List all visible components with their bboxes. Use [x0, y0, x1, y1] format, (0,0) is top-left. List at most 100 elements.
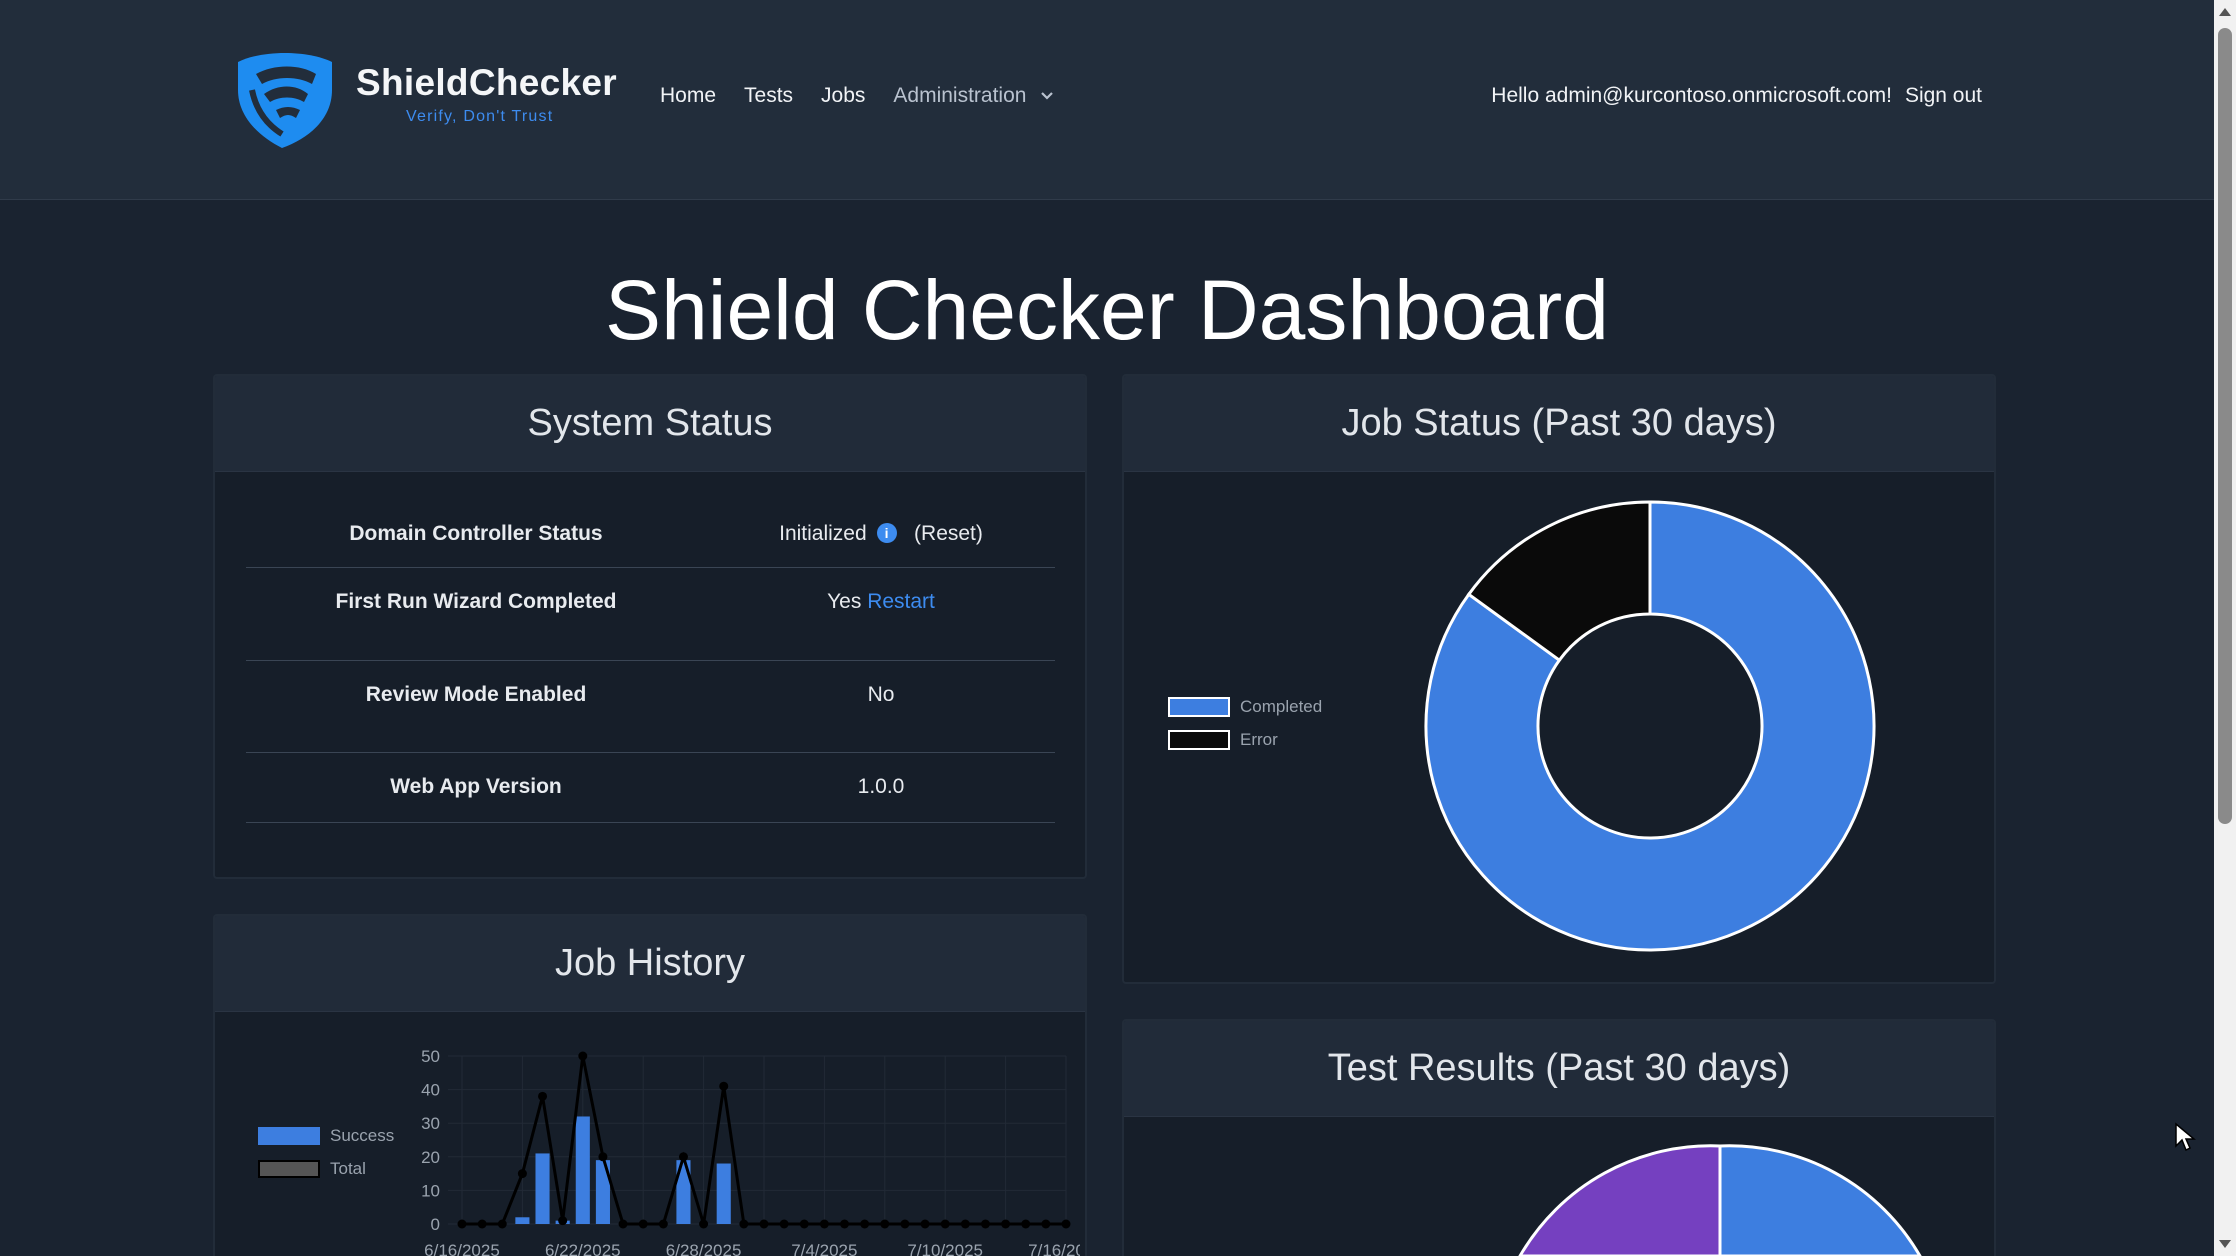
bar-success [535, 1153, 550, 1224]
web-app-version-value: 1.0.0 [857, 775, 905, 798]
legend-label: Success [330, 1126, 395, 1145]
point-total [719, 1081, 729, 1091]
user-greeting: Hello admin@kurcontoso.onmicrosoft.com! [1491, 84, 1892, 107]
point-total [900, 1219, 910, 1229]
point-total [819, 1219, 829, 1229]
point-total [497, 1219, 507, 1229]
point-total [538, 1091, 548, 1101]
point-total [578, 1051, 588, 1061]
legend-completed[interactable]: Completed [1168, 697, 1322, 717]
sign-out-link[interactable]: Sign out [1905, 84, 1982, 108]
restart-link[interactable]: Restart [867, 590, 935, 613]
point-total [658, 1219, 668, 1229]
legend-label: Completed [1240, 697, 1323, 716]
point-total [980, 1219, 990, 1229]
nav-tests[interactable]: Tests [744, 84, 793, 108]
x-tick-label: 7/10/2025 [907, 1241, 983, 1256]
status-row-domain-controller: Domain Controller Status Initialized i (… [246, 500, 1055, 568]
legend-total[interactable]: Total [258, 1159, 366, 1179]
navbar: ShieldChecker Verify, Don't Trust Home T… [0, 0, 2214, 200]
point-total [840, 1219, 850, 1229]
scroll-down-arrow-icon[interactable] [2219, 1240, 2231, 1248]
status-label: First Run Wizard Completed [335, 590, 617, 613]
first-run-value: Yes [827, 590, 862, 613]
status-value: Initialized i (Reset) [706, 522, 1056, 546]
point-total [1021, 1219, 1031, 1229]
nav-administration-label: Administration [893, 84, 1027, 107]
pie-slice [1718, 1144, 1922, 1256]
scroll-thumb[interactable] [2218, 28, 2232, 824]
point-total [598, 1152, 608, 1162]
nav-jobs[interactable]: Jobs [821, 84, 865, 108]
pie-slice [1518, 1144, 1722, 1256]
brand[interactable]: ShieldChecker Verify, Don't Trust [232, 50, 617, 150]
legend-swatch-success [258, 1127, 320, 1145]
point-total [920, 1219, 930, 1229]
job-status-title: Job Status (Past 30 days) [1124, 376, 1994, 472]
y-tick-label: 0 [431, 1215, 440, 1234]
legend-error[interactable]: Error [1168, 730, 1278, 750]
bar-success [515, 1217, 530, 1224]
y-tick-label: 10 [421, 1181, 440, 1200]
info-icon[interactable]: i [876, 523, 897, 543]
system-status-title: System Status [215, 376, 1085, 472]
point-total [699, 1219, 709, 1229]
test-results-pie-chart [1518, 1144, 1922, 1256]
x-tick-label: 7/16/2025 [1028, 1241, 1080, 1256]
status-row-first-run: First Run Wizard Completed Yes Restart [246, 568, 1055, 661]
x-tick-label: 6/16/2025 [424, 1241, 500, 1256]
page-title: Shield Checker Dashboard [605, 263, 1609, 357]
point-total [678, 1152, 688, 1162]
legend-label: Total [330, 1159, 366, 1178]
test-results-title: Test Results (Past 30 days) [1124, 1021, 1994, 1117]
point-total [457, 1219, 467, 1229]
nav-administration-dropdown[interactable]: Administration [893, 84, 1054, 108]
point-total [1061, 1219, 1071, 1229]
y-tick-label: 20 [421, 1148, 440, 1167]
job-status-donut-chart [1424, 500, 1876, 952]
point-total [618, 1219, 628, 1229]
point-total [940, 1219, 950, 1229]
point-total [739, 1219, 749, 1229]
job-history-chart: 0 10 20 30 40 50 6/16/2025 6/22/2025 6/28/2025 7/… [421, 1047, 1080, 1256]
mouse-cursor-icon [2175, 1122, 2196, 1152]
domain-controller-value: Initialized [779, 522, 867, 545]
x-tick-label: 6/22/2025 [545, 1241, 621, 1256]
review-mode-value: No [867, 683, 895, 706]
x-tick-label: 6/28/2025 [666, 1241, 742, 1256]
point-total [880, 1219, 890, 1229]
brand-name: ShieldChecker [356, 62, 617, 103]
nav-links: Home Tests Jobs Administration [660, 84, 1082, 108]
point-total [799, 1219, 809, 1229]
brand-tagline: Verify, Don't Trust [406, 108, 554, 125]
vertical-scrollbar[interactable] [2214, 0, 2236, 1256]
status-row-web-app-version: Web App Version 1.0.0 [246, 753, 1055, 823]
nav-home[interactable]: Home [660, 84, 716, 108]
bar-success [716, 1163, 731, 1224]
point-total [860, 1219, 870, 1229]
point-total [759, 1219, 769, 1229]
status-label: Web App Version [390, 775, 562, 798]
legend-swatch-completed [1168, 697, 1230, 717]
status-label: Domain Controller Status [349, 522, 603, 545]
point-total [1001, 1219, 1011, 1229]
point-total [517, 1169, 527, 1179]
point-total [558, 1216, 568, 1226]
legend-success[interactable]: Success [258, 1126, 394, 1146]
y-tick-label: 50 [421, 1047, 440, 1066]
y-tick-label: 30 [421, 1114, 440, 1133]
reset-link[interactable]: (Reset) [914, 522, 983, 545]
job-history-title: Job History [215, 916, 1085, 1012]
legend-label: Error [1240, 730, 1278, 749]
y-tick-label: 40 [421, 1081, 440, 1100]
point-total [779, 1219, 789, 1229]
nav-user: Hello admin@kurcontoso.onmicrosoft.com! … [1491, 84, 1982, 108]
legend-swatch-total [258, 1160, 320, 1178]
point-total [638, 1219, 648, 1229]
chevron-down-icon [1041, 92, 1054, 101]
status-value: Yes Restart [706, 590, 1056, 614]
scroll-up-arrow-icon[interactable] [2219, 8, 2231, 16]
point-total [960, 1219, 970, 1229]
x-tick-label: 7/4/2025 [791, 1241, 857, 1256]
status-label: Review Mode Enabled [365, 683, 587, 706]
